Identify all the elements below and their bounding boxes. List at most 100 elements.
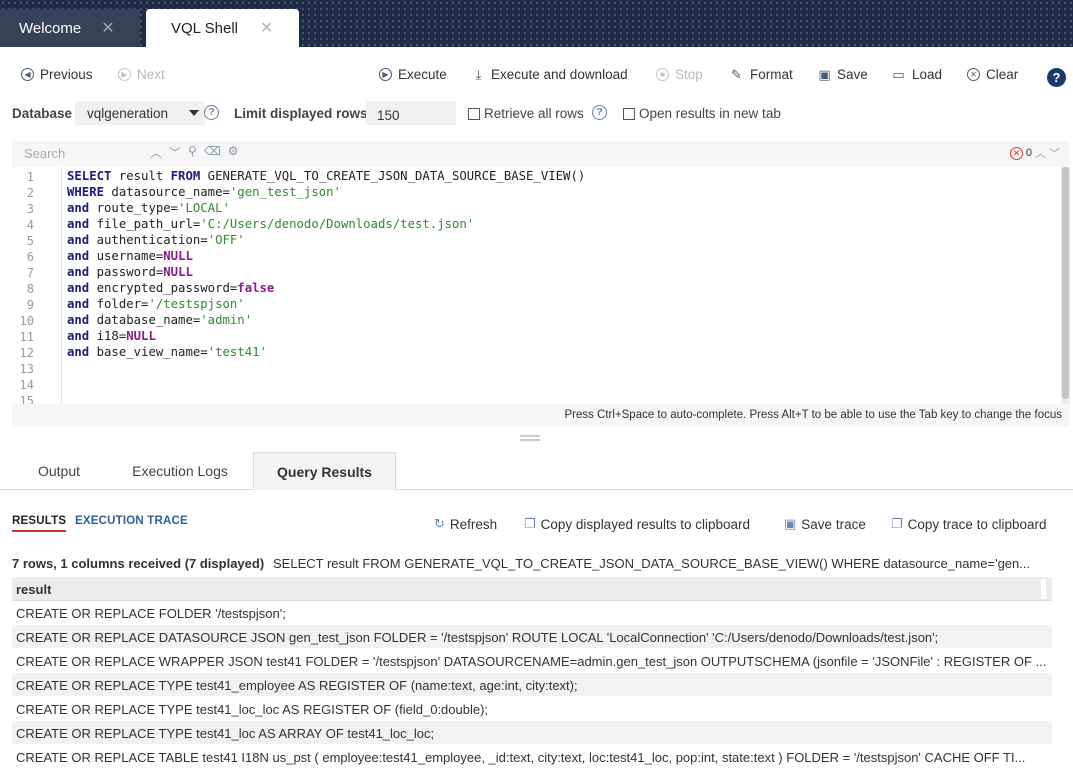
checkbox-box[interactable] [623,107,635,120]
play-circle-icon: ▶ [378,67,393,82]
line-number: 2 [26,186,34,200]
refresh-button[interactable]: ↻ Refresh [434,516,497,532]
table-row[interactable]: CREATE OR REPLACE TYPE test41_loc_loc AS… [12,697,1052,721]
clear-search-icon[interactable]: ⌫ [204,144,221,161]
table-row[interactable]: CREATE OR REPLACE FOLDER '/testspjson'; [12,601,1052,625]
results-table: result CREATE OR REPLACE FOLDER '/testsp… [12,577,1052,769]
code-line: and username=NULL [67,249,193,263]
previous-label: Previous [40,67,93,82]
error-count: 0 [1025,147,1032,159]
previous-button[interactable]: ◀ Previous [20,67,93,82]
tab-query-results[interactable]: Query Results [253,452,396,490]
retrieve-all-help-icon[interactable]: ? [592,105,607,120]
code-token: and [67,249,90,263]
clear-button[interactable]: ✕ Clear [966,67,1018,82]
execute-and-download-button[interactable]: ⤓ Execute and download [471,66,628,83]
code-line: SELECT result FROM GENERATE_VQL_TO_CREAT… [67,169,585,183]
code-token: username= [89,249,164,263]
tab-vql-shell-label: VQL Shell [171,19,238,37]
save-button[interactable]: ▣ Save [817,67,867,83]
column-header-result[interactable]: result [12,577,1052,601]
table-row[interactable]: CREATE OR REPLACE TYPE test41_employee A… [12,673,1052,697]
column-header-label: result [16,582,52,597]
format-button[interactable]: ✎ Format [728,66,793,83]
database-select[interactable]: vqlgeneration [75,101,205,125]
subtab-results[interactable]: RESULTS [12,515,67,532]
open-results-new-tab-label: Open results in new tab [639,106,781,121]
code-token: 'LOCAL' [178,201,230,215]
line-number: 10 [19,314,34,328]
line-number: 6 [26,250,34,264]
refresh-icon: ↻ [434,516,445,531]
subtab-execution-trace[interactable]: EXECUTION TRACE [75,515,188,527]
line-number: 9 [26,298,34,312]
chevron-up-icon[interactable]: ︿ [1035,145,1046,161]
line-number-gutter: 1 2 3 4 5 6 7 8 9 10 11 12 13 14 15 [12,167,62,404]
code-token: 'OFF' [207,233,245,247]
editor-scrollbar[interactable] [1061,167,1070,404]
panel-resize-handle[interactable] [520,435,540,441]
chevron-up-icon[interactable]: ︿ [150,144,162,161]
database-select-value: vqlgeneration [87,106,169,121]
table-row[interactable]: CREATE OR REPLACE DATASOURCE JSON gen_te… [12,625,1052,649]
execute-button[interactable]: ▶ Execute [378,67,447,82]
download-icon: ⤓ [475,66,482,82]
load-button[interactable]: ▭ Load [890,67,942,83]
code-token: '/testspjson' [148,297,245,311]
tab-vql-shell[interactable]: VQL Shell ✕ [146,9,299,47]
copy-results-button[interactable]: ❐ Copy displayed results to clipboard [524,516,750,532]
code-token: NULL [126,329,156,343]
code-token: datasource_name= [104,185,230,199]
limit-rows-input[interactable] [366,101,456,125]
table-row[interactable]: CREATE OR REPLACE TABLE test41 I18N us_p… [12,745,1052,769]
stop-button[interactable]: ■ Stop [655,67,703,82]
error-circle-icon: ✕ [1009,146,1023,160]
scrollbar-thumb[interactable] [1062,167,1069,399]
tab-output[interactable]: Output [12,452,106,490]
chevron-down-icon[interactable]: ﹀ [169,144,181,161]
column-resize-handle[interactable] [1041,579,1046,599]
brush-icon: ✎ [731,66,742,82]
code-line: WHERE datasource_name='gen_test_json' [67,185,341,199]
database-label: Database [12,106,73,121]
refresh-label: Refresh [449,516,498,532]
editor-search-bar: Search ︿ ﹀ ⚲ ⌫ ⚙ ✕ 0 ︿ ﹀ [12,141,1070,165]
retrieve-all-rows-checkbox[interactable]: Retrieve all rows [468,106,584,121]
line-number: 15 [19,394,34,404]
toolbar: ◀ Previous ▶ Next ▶ Execute ⤓ Execute an… [0,58,1073,94]
code-token: and [67,217,90,231]
error-indicator[interactable]: ✕ 0 ︿ ﹀ [1009,145,1060,161]
search-icon[interactable]: ⚲ [188,144,197,161]
close-icon[interactable]: ✕ [101,18,114,38]
code-token: and [67,265,90,279]
tab-welcome[interactable]: Welcome ✕ [0,9,140,47]
line-number: 11 [19,330,34,344]
code-line: and i18=NULL [67,329,156,343]
code-token: false [237,281,275,295]
clear-circle-icon: ✕ [966,67,981,82]
code-token: base_view_name= [89,345,208,359]
next-button[interactable]: ▶ Next [117,67,165,82]
help-icon[interactable]: ? [1047,68,1066,87]
code-token: file_path_url= [89,217,201,231]
arrow-right-circle-icon: ▶ [117,67,132,82]
code-token: GENERATE_VQL_TO_CREATE_JSON_DATA_SOURCE_… [200,169,586,183]
copy-trace-button[interactable]: ❐ Copy trace to clipboard [891,516,1046,532]
database-help-icon[interactable]: ? [204,105,219,120]
save-trace-button[interactable]: ▣ Save trace [784,516,866,532]
search-input[interactable]: Search [24,146,65,161]
execute-and-download-label: Execute and download [491,67,628,82]
table-row[interactable]: CREATE OR REPLACE WRAPPER JSON test41 FO… [12,649,1052,673]
open-results-new-tab-checkbox[interactable]: Open results in new tab [623,106,781,121]
floppy-disk-icon: ▣ [784,516,797,531]
tab-execution-logs[interactable]: Execution Logs [120,452,240,490]
chevron-down-icon[interactable]: ﹀ [1049,145,1060,161]
close-icon[interactable]: ✕ [260,18,273,38]
line-number: 4 [26,218,34,232]
table-row[interactable]: CREATE OR REPLACE TYPE test41_loc AS ARR… [12,721,1052,745]
code-area[interactable]: 1 2 3 4 5 6 7 8 9 10 11 12 13 14 15 SELECT result FROM… [12,167,1061,404]
checkbox-box[interactable] [468,107,480,120]
code-line: and database_name='admin' [67,313,252,327]
gear-icon[interactable]: ⚙ [228,144,239,161]
code-line: and encrypted_password=false [67,281,274,295]
